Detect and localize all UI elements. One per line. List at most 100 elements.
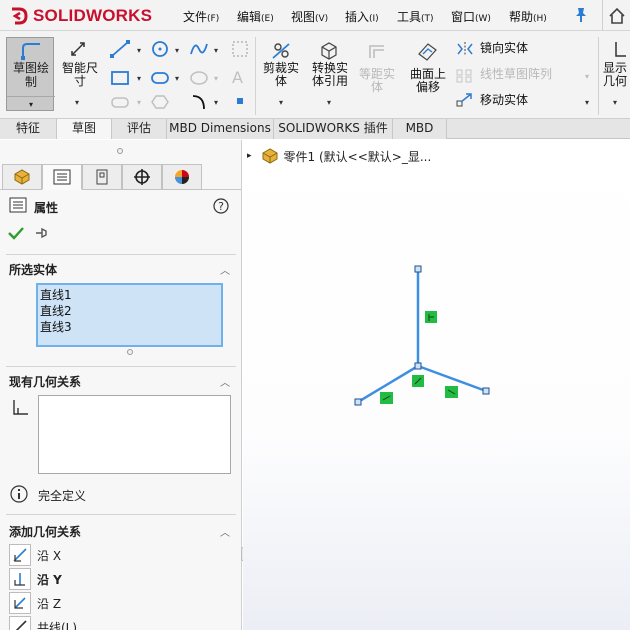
tab-sketch[interactable]: 草图 xyxy=(57,119,112,139)
tab-solidworks-addins[interactable]: SOLIDWORKS 插件 xyxy=(274,119,393,139)
arc-dropdown[interactable]: ▾ xyxy=(214,98,218,107)
along-y-icon xyxy=(9,568,31,590)
trim-entities-button[interactable]: 剪裁实 体 xyxy=(259,62,303,88)
offset-on-surface-button[interactable]: 曲面上 偏移 xyxy=(403,68,453,94)
chevron-up-icon[interactable]: ︿ xyxy=(220,262,230,277)
configuration-icon xyxy=(96,169,108,185)
svg-text:?: ? xyxy=(218,200,224,213)
trim-dropdown[interactable]: ▾ xyxy=(279,98,283,107)
mirror-entities-button[interactable]: 镜向实体 xyxy=(480,42,528,55)
along-x-label: 沿 X xyxy=(37,548,62,563)
collinear-label: 共线(L) xyxy=(37,620,78,630)
line-dropdown[interactable]: ▾ xyxy=(137,46,141,55)
sketch-dropdown[interactable]: ▾ xyxy=(7,96,55,111)
circle-dropdown[interactable]: ▾ xyxy=(175,46,179,55)
point-icon[interactable] xyxy=(237,98,243,104)
display-relations-button[interactable]: 显示 几何 xyxy=(603,62,630,88)
crosshair-icon xyxy=(134,169,150,185)
sketch-label: 草图绘 制 xyxy=(12,61,49,89)
existing-relations-list[interactable] xyxy=(38,395,231,474)
selected-entities-list[interactable]: 直线1 直线2 直线3 xyxy=(36,283,223,347)
definition-status: 完全定义 xyxy=(38,489,87,503)
menu-help[interactable]: 帮助(H) xyxy=(509,8,547,25)
offset-entities-button: 等距实 体 xyxy=(358,67,395,94)
display-relations-dropdown[interactable]: ▾ xyxy=(613,98,617,107)
fillet-icon xyxy=(111,97,129,108)
endpoint-handle[interactable] xyxy=(414,362,422,370)
help-icon[interactable]: ? xyxy=(213,198,229,214)
property-manager-panel: 属性 ? 所选实体 ︿ 直线1 直线2 直线3 现有几何关系 ︿ 完全定义 添加… xyxy=(0,140,242,630)
construction-geometry-icon[interactable] xyxy=(231,40,249,58)
convert-dropdown[interactable]: ▾ xyxy=(327,98,331,107)
arc-icon[interactable] xyxy=(190,93,210,111)
list-item[interactable]: 直线2 xyxy=(40,303,221,319)
move-entities-button[interactable]: 移动实体 xyxy=(480,94,528,107)
sketch-canvas[interactable] xyxy=(243,140,630,630)
property-manager-icon xyxy=(53,169,71,185)
tab-configuration-manager[interactable] xyxy=(82,164,122,190)
pin-icon[interactable] xyxy=(574,7,588,26)
tab-evaluate[interactable]: 评估 xyxy=(112,119,167,139)
ds-logo-icon xyxy=(12,7,28,25)
line-icon[interactable] xyxy=(110,40,130,58)
move-entities-icon xyxy=(456,93,472,107)
linear-pattern-button: 线性草图阵列 xyxy=(480,67,553,81)
endpoint-handle[interactable] xyxy=(354,398,362,406)
slot-icon[interactable] xyxy=(150,69,170,87)
graphics-area[interactable]: ▸ 零件1 (默认<<默认>_显... xyxy=(243,140,630,630)
sketch-icon xyxy=(21,43,40,60)
sketch-button[interactable]: 草图绘 制 ▾ xyxy=(6,37,55,111)
chevron-up-icon[interactable]: ︿ xyxy=(220,524,230,539)
chevron-up-icon[interactable]: ︿ xyxy=(220,374,230,389)
list-item[interactable]: 直线3 xyxy=(40,319,221,335)
menu-insert[interactable]: 插入(I) xyxy=(345,8,379,25)
slot-dropdown[interactable]: ▾ xyxy=(175,74,179,83)
smart-dimension-button[interactable]: 智能尺 寸 xyxy=(57,62,103,88)
menu-view[interactable]: 视图(V) xyxy=(291,8,328,25)
feature-tree-icon xyxy=(14,169,30,185)
trim-icon xyxy=(272,43,290,59)
pushpin-icon[interactable] xyxy=(34,226,50,240)
smart-dimension-dropdown[interactable]: ▾ xyxy=(75,98,79,107)
spline-icon[interactable] xyxy=(189,40,209,58)
tab-display-manager[interactable] xyxy=(162,164,202,190)
move-dropdown[interactable]: ▾ xyxy=(585,98,589,107)
add-relation-along-x[interactable]: 沿 X xyxy=(9,544,61,566)
menu-edit[interactable]: 编辑(E) xyxy=(237,8,274,25)
offset-entities-icon xyxy=(369,45,384,58)
circle-icon[interactable] xyxy=(150,40,170,58)
brand-name: SOLIDWORKS xyxy=(33,6,153,25)
ok-checkmark-icon[interactable] xyxy=(8,226,24,240)
add-relation-collinear[interactable]: 共线(L) xyxy=(9,616,77,630)
relation-marker-icon[interactable] xyxy=(412,375,424,387)
tab-feature-tree[interactable] xyxy=(2,164,42,190)
tab-property-manager[interactable] xyxy=(42,164,82,190)
relation-marker-icon[interactable] xyxy=(445,386,458,398)
rectangle-dropdown[interactable]: ▾ xyxy=(137,74,141,83)
convert-entities-button[interactable]: 转换实 体引用 xyxy=(305,62,355,88)
panel-splitter-handle[interactable] xyxy=(117,148,123,154)
collinear-icon xyxy=(9,616,31,630)
list-item[interactable]: 直线1 xyxy=(40,287,221,303)
title-bar: SOLIDWORKS 文件(F) 编辑(E) 视图(V) 插入(I) 工具(T)… xyxy=(0,0,630,31)
tab-features[interactable]: 特征 xyxy=(0,119,57,139)
add-relation-along-y[interactable]: 沿 Y xyxy=(9,568,62,590)
relation-marker-icon[interactable] xyxy=(380,392,393,404)
menu-window[interactable]: 窗口(W) xyxy=(451,8,491,25)
tab-mbd[interactable]: MBD xyxy=(393,119,447,139)
along-z-label: 沿 Z xyxy=(37,596,62,611)
endpoint-handle[interactable] xyxy=(414,265,422,273)
menu-tools[interactable]: 工具(T) xyxy=(397,8,434,25)
command-manager-ribbon: 草图绘 制 ▾ 智能尺 寸 ▾ ▾ ▾ ▾ ▾ ▾ ▾ A ▾ ▾ 剪裁实 体 … xyxy=(0,31,630,118)
tab-dimxpert-manager[interactable] xyxy=(122,164,162,190)
relation-marker-icon[interactable] xyxy=(425,311,437,323)
tab-mbd-dimensions[interactable]: MBD Dimensions xyxy=(167,119,274,139)
list-resize-handle[interactable] xyxy=(127,349,133,355)
spline-dropdown[interactable]: ▾ xyxy=(214,46,218,55)
home-icon[interactable] xyxy=(602,0,630,31)
menu-file[interactable]: 文件(F) xyxy=(183,8,219,25)
endpoint-handle[interactable] xyxy=(482,387,490,395)
add-relation-along-z[interactable]: 沿 Z xyxy=(9,592,61,614)
rectangle-icon[interactable] xyxy=(110,69,130,87)
along-x-icon xyxy=(9,544,31,566)
